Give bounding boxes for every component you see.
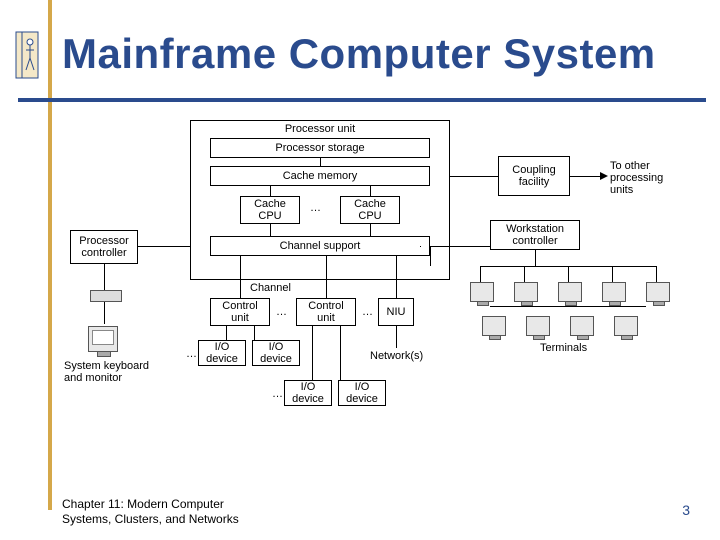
footer-chapter: Chapter 11: Modern Computer Systems, Clu… — [62, 497, 239, 528]
arrow-icon — [600, 172, 608, 180]
page-number: 3 — [682, 502, 690, 518]
monitor-icon — [88, 326, 118, 352]
box-channel-support: Channel support — [210, 236, 430, 256]
label-channel: Channel — [250, 282, 291, 294]
label-to-other-units: To other processing units — [610, 160, 663, 196]
box-control-unit-1: Control unit — [210, 298, 270, 326]
terminal-icon — [646, 282, 670, 302]
box-control-unit-2: Control unit — [296, 298, 356, 326]
box-cache-memory: Cache memory — [210, 166, 430, 186]
accent-vertical-rule — [48, 0, 52, 510]
keyboard-icon — [90, 290, 122, 302]
label-networks: Network(s) — [370, 350, 423, 362]
box-processor-storage: Processor storage — [210, 138, 430, 158]
label-terminals: Terminals — [540, 342, 587, 354]
terminal-icon — [482, 316, 506, 336]
book-logo-icon — [14, 28, 40, 82]
box-io-device-2: I/O device — [252, 340, 300, 366]
box-io-device-4: I/O device — [338, 380, 386, 406]
box-workstation-controller: Workstation controller — [490, 220, 580, 250]
terminal-icon — [614, 316, 638, 336]
terminal-icon — [526, 316, 550, 336]
terminal-icon — [570, 316, 594, 336]
box-cache-cpu-1: Cache CPU — [240, 196, 300, 224]
label-processor-unit: Processor unit — [285, 123, 355, 135]
terminal-icon — [558, 282, 582, 302]
box-cache-cpu-2: Cache CPU — [340, 196, 400, 224]
label-system-keyboard-monitor: System keyboard and monitor — [64, 360, 174, 384]
box-processor-controller: Processor controller — [70, 230, 138, 264]
terminal-icon — [514, 282, 538, 302]
box-coupling-facility: Coupling facility — [498, 156, 570, 196]
box-io-device-1: I/O device — [198, 340, 246, 366]
slide-title: Mainframe Computer System — [62, 30, 656, 78]
box-niu: NIU — [378, 298, 414, 326]
mainframe-diagram: Processor unit Processor storage Cache m… — [70, 120, 670, 480]
accent-horizontal-rule — [18, 98, 706, 102]
terminal-icon — [602, 282, 626, 302]
terminal-icon — [470, 282, 494, 302]
box-io-device-3: I/O device — [284, 380, 332, 406]
